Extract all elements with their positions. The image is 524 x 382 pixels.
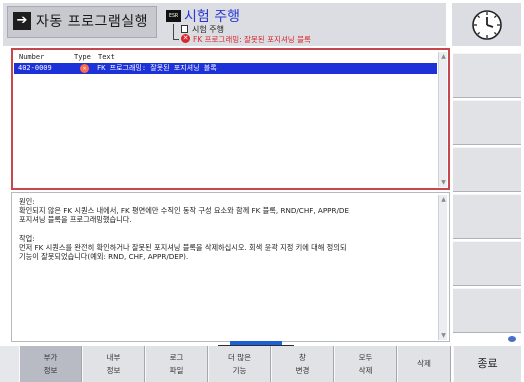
error-number: 402-0009 [18,64,52,72]
softkey-label-line-1: 모두 [358,353,373,362]
error-list-table: Number Type Text 402-0009 ✕ FK 프로그래밍: 잘못… [11,48,450,190]
delete-all-softkey[interactable]: 모두 삭제 [334,346,397,382]
change-window-softkey[interactable]: 창 변경 [271,346,334,382]
clock-panel[interactable] [452,3,521,46]
header-bar: ➔ 자동 프로그램실행 ESR 시험 주행 시험 주행 ✕ FK 프로그래밍: … [3,3,446,46]
scroll-down-icon[interactable]: ▼ [439,331,448,340]
softkey-label-line-2: 파일 [169,366,184,375]
right-arrow-in-box-icon: ➔ [13,12,31,30]
status-tree-connector [173,24,179,40]
program-document-icon [181,25,188,33]
error-info-panel: 원인: 확인되지 않은 FK 시퀀스 내에서, FK 평면에만 수직인 동작 구… [11,192,450,342]
vertical-softkey-6[interactable] [453,288,521,333]
info-scrollbar[interactable]: ▲ ▼ [438,195,447,340]
scroll-up-icon[interactable]: ▲ [439,52,448,61]
esr-icon: ESR [166,10,181,22]
error-x-icon: ✕ [80,64,89,73]
log-files-softkey[interactable]: 로그 파일 [145,346,208,382]
test-run-mode-title: 시험 주행 [184,9,240,25]
vertical-softkey-5[interactable] [453,241,521,286]
softkey-label-line-2: 변경 [295,366,310,375]
analog-clock-icon [472,10,502,40]
softkey-label-line-1: 더 많은 [227,353,252,362]
delete-softkey[interactable]: 삭제 [397,346,451,382]
softkey-label-line-1: 창 [299,353,306,362]
column-header-number: Number [19,53,45,61]
softkey-label-line-1: 내부 [106,353,121,362]
action-text-line-2: 기능이 잘못되었습니다(예외: RND, CHF, APPR/DEP). [19,252,189,261]
more-functions-softkey[interactable]: 더 많은 기능 [208,346,271,382]
column-header-type: Type [74,53,91,61]
additional-info-softkey[interactable]: 부가 정보 [19,346,82,382]
scroll-down-icon[interactable]: ▼ [439,178,448,187]
table-row[interactable]: 402-0009 ✕ FK 프로그래밍: 잘못된 포지셔닝 블록 [14,63,437,74]
table-scrollbar[interactable]: ▲ ▼ [438,52,447,187]
error-x-icon: ✕ [181,34,190,43]
softkey-label-line-1: 부가 [43,353,58,362]
scroll-up-icon[interactable]: ▲ [439,195,448,204]
vertical-softkey-3[interactable] [453,147,521,192]
table-header: Number Type Text [15,53,435,62]
cause-text-line-2: 포지셔닝 블록을 프로그래밍했습니다. [19,215,132,224]
vertical-softkey-4[interactable] [453,194,521,239]
softkey-page-indicator-icon [508,336,516,342]
control-screen: ➔ 자동 프로그램실행 ESR 시험 주행 시험 주행 ✕ FK 프로그래밍: … [0,0,524,382]
softkey-label-line-2: 삭제 [358,366,373,375]
softkey-row-indicator [230,341,282,345]
column-header-text: Text [98,53,115,61]
vertical-softkey-1[interactable] [453,53,521,98]
operating-mode-box[interactable]: ➔ 자동 프로그램실행 [7,6,157,38]
softkey-label-line-2: 기능 [232,366,247,375]
end-button[interactable]: 종료 [453,346,521,382]
softkey-label-line-2: 정보 [43,366,58,375]
softkey-label: 삭제 [417,359,431,368]
vertical-softkey-2[interactable] [453,100,521,145]
softkey-label-line-1: 로그 [169,353,184,362]
softkey-label-line-2: 정보 [106,366,121,375]
operating-mode-label: 자동 프로그램실행 [36,14,148,30]
internal-info-softkey[interactable]: 내부 정보 [82,346,145,382]
error-text: FK 프로그래밍: 잘못된 포지셔닝 블록 [97,64,217,72]
active-error-label: FK 프로그래밍: 잘못된 포지셔닝 블록 [193,35,311,44]
